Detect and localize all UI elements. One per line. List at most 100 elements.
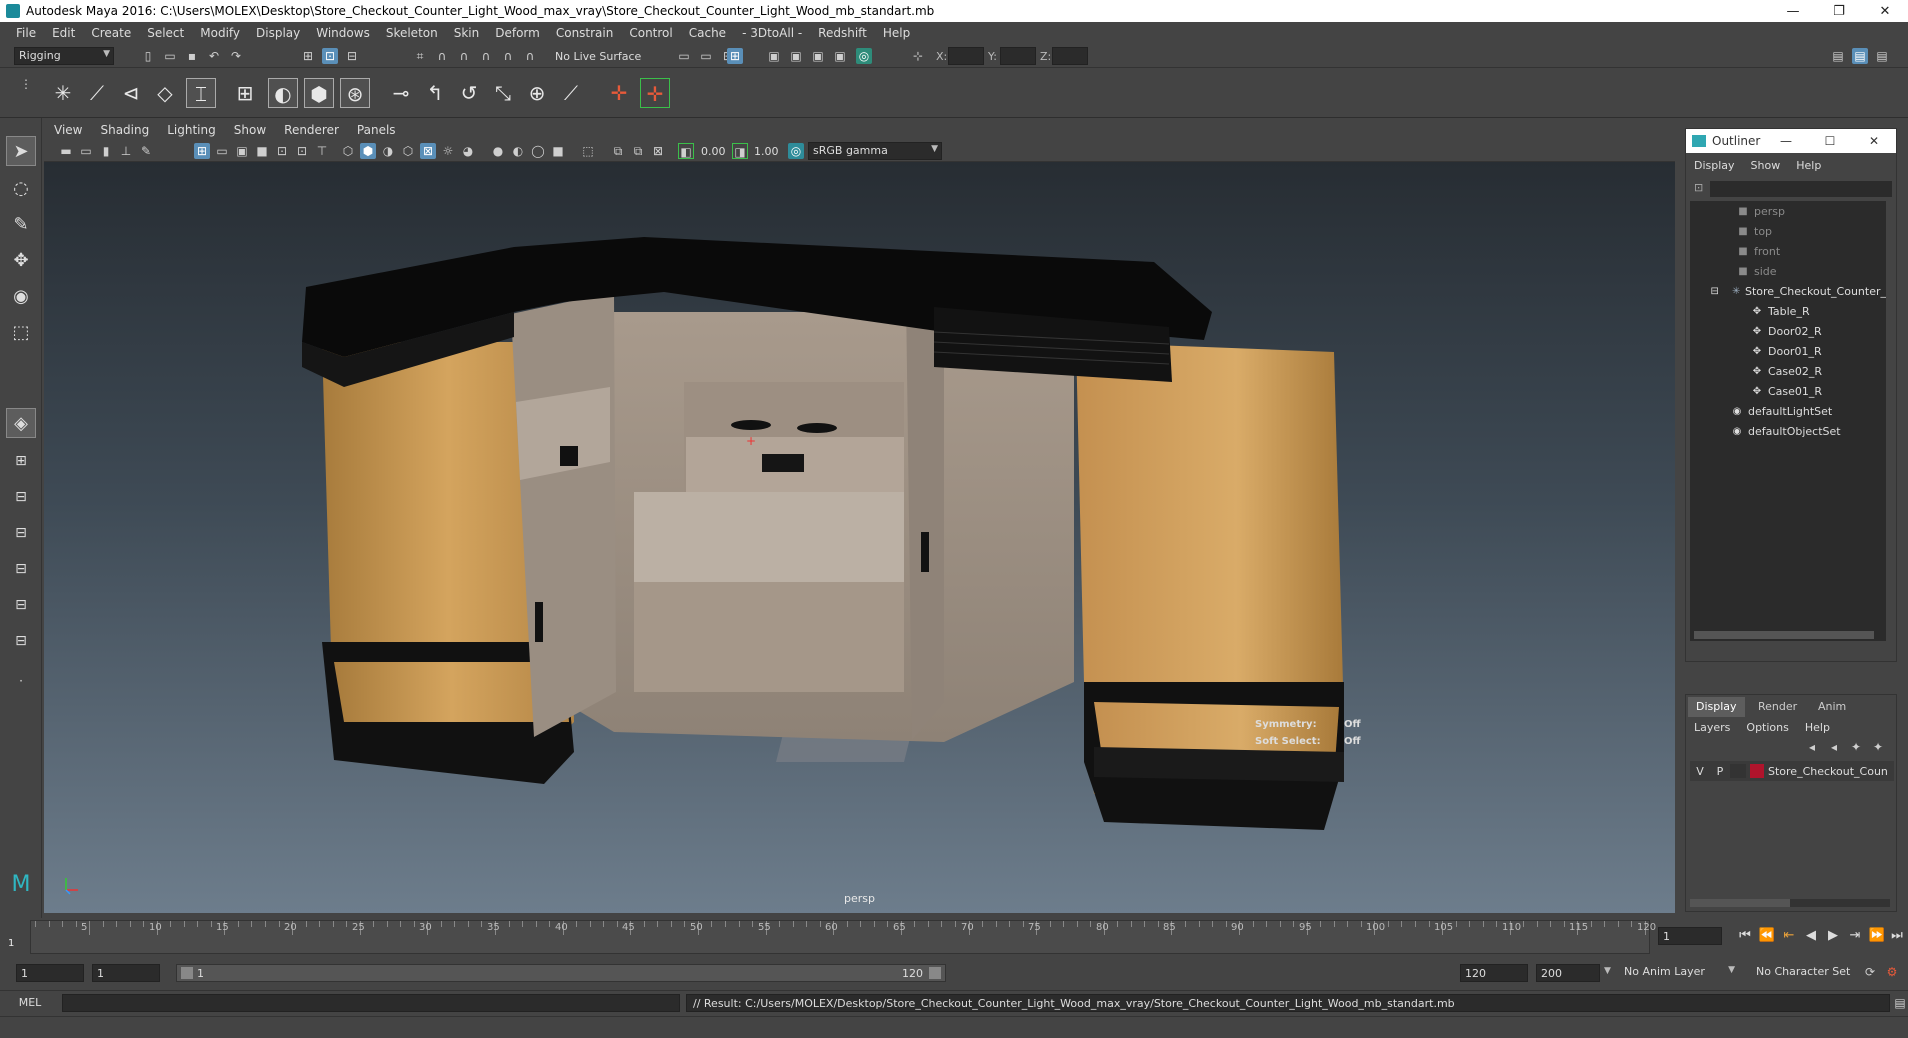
bind-skin-icon[interactable]: ⌶ <box>186 78 216 108</box>
ik-spline-icon[interactable]: ⊲ <box>116 78 146 108</box>
menu-modify[interactable]: Modify <box>192 26 248 40</box>
layer-state-box[interactable] <box>1730 764 1746 778</box>
select-camera-icon[interactable]: ▬ <box>58 143 74 159</box>
parent-constraint-icon[interactable]: ⊕ <box>522 78 552 108</box>
outliner-item-persp[interactable]: ■ persp <box>1690 201 1886 221</box>
layer-menu-layers[interactable]: Layers <box>1694 721 1730 734</box>
play-forwards-icon[interactable]: ▶ <box>1824 927 1842 945</box>
new-scene-icon[interactable]: ▯ <box>140 48 156 64</box>
graph-layout-icon[interactable]: ⊟ <box>6 554 36 584</box>
xray-icon[interactable]: ⧉ <box>610 143 626 159</box>
chevron-down-icon[interactable]: ▼ <box>1604 966 1611 976</box>
menu-control[interactable]: Control <box>621 26 680 40</box>
script-editor-icon[interactable]: ▤ <box>1892 995 1908 1011</box>
character-set-dropdown[interactable]: No Character Set <box>1752 964 1860 982</box>
lasso-tool-icon[interactable]: ◌ <box>6 174 36 204</box>
shadows-icon[interactable]: ◕ <box>460 143 476 159</box>
step-forward-frame-icon[interactable]: ⏩ <box>1868 927 1886 945</box>
color-management-icon[interactable]: ◎ <box>788 143 804 159</box>
menu-select[interactable]: Select <box>139 26 192 40</box>
outliner-item-side[interactable]: ■ side <box>1690 261 1886 281</box>
hypershade-icon[interactable]: ◎ <box>856 48 872 64</box>
step-back-frame-icon[interactable]: ⏪ <box>1758 927 1776 945</box>
outliner-minimize-button[interactable]: — <box>1764 134 1808 148</box>
menu-redshift[interactable]: Redshift <box>810 26 875 40</box>
animation-start-field[interactable]: 1 <box>16 964 84 982</box>
grease-pencil-icon[interactable]: ✎ <box>138 143 154 159</box>
aim-constraint-icon[interactable]: ↰ <box>420 78 450 108</box>
go-to-start-icon[interactable]: ⏮ <box>1736 927 1754 945</box>
menu-display[interactable]: Display <box>248 26 308 40</box>
menu-create[interactable]: Create <box>83 26 139 40</box>
wrap-deformer-icon[interactable]: ⬢ <box>304 78 334 108</box>
transform-constraint-icon[interactable]: ⊹ <box>910 48 926 64</box>
depth-of-field-icon[interactable]: ■ <box>550 143 566 159</box>
tab-render-layers[interactable]: Render <box>1750 697 1805 717</box>
select-tool-icon[interactable]: ➤ <box>6 136 36 166</box>
gamma-value[interactable]: 1.00 <box>754 145 779 158</box>
pole-vector-icon[interactable]: ⟋ <box>556 78 586 108</box>
time-slider-track[interactable]: 5 10 15 20 25 30 35 40 45 50 55 60 65 70 75 80 85 90 95 100… <box>30 920 1656 954</box>
outliner-item-store-checkout-counter[interactable]: ⊟ ✳ Store_Checkout_Counter_ <box>1690 281 1886 301</box>
wireframe-on-shaded-icon[interactable]: ⬡ <box>400 143 416 159</box>
z-field[interactable] <box>1052 47 1088 65</box>
layer-horizontal-scrollbar[interactable] <box>1690 899 1890 907</box>
menuset-dropdown[interactable]: Rigging ▼ <box>14 47 114 65</box>
xray-components-icon[interactable]: ⊠ <box>650 143 666 159</box>
outliner-search-field[interactable] <box>1710 181 1892 197</box>
save-scene-icon[interactable]: ▪ <box>184 48 200 64</box>
outliner-item-default-object-set[interactable]: ◉ defaultObjectSet <box>1690 421 1886 441</box>
outliner-menu-help[interactable]: Help <box>1796 159 1821 172</box>
scale-constraint-icon[interactable]: ⤡ <box>488 78 518 108</box>
bookmark-icon[interactable]: ▮ <box>98 143 114 159</box>
outliner-menu-display[interactable]: Display <box>1694 159 1735 172</box>
view-transform-dropdown[interactable]: sRGB gamma ▼ <box>808 142 942 160</box>
menu-cache[interactable]: Cache <box>681 26 734 40</box>
shelf-tab-handle-icon[interactable]: ⋮ <box>18 76 34 92</box>
viewport-menu-panels[interactable]: Panels <box>357 123 396 137</box>
outliner-filter-icon[interactable]: ⊡ <box>1694 181 1703 194</box>
step-back-key-icon[interactable]: ⇤ <box>1780 927 1798 945</box>
ipr-render-icon[interactable]: ▣ <box>810 48 826 64</box>
joint-tool-icon[interactable]: ✳ <box>48 78 78 108</box>
ik-handle-icon[interactable]: ⟋ <box>82 78 112 108</box>
restore-button[interactable]: ❐ <box>1816 4 1862 19</box>
motion-blur-icon[interactable]: ◐ <box>510 143 526 159</box>
new-layer-selected-icon[interactable]: ✦ <box>1870 739 1886 755</box>
playback-end-field[interactable]: 120 <box>1460 964 1528 982</box>
redo-icon[interactable]: ↷ <box>228 48 244 64</box>
outliner-item-door01-r[interactable]: ✥ Door01_R <box>1690 341 1886 361</box>
character-set-icon[interactable]: ✛ <box>640 78 670 108</box>
move-tool-icon[interactable]: ✥ <box>6 246 36 276</box>
gamma-icon[interactable]: ◨ <box>732 143 748 159</box>
perspective-viewport[interactable]: + Symmetry: Off Soft Select: Off persp <box>44 162 1675 913</box>
menu-deform[interactable]: Deform <box>487 26 548 40</box>
textured-icon[interactable]: ⊠ <box>420 143 436 159</box>
exposure-value[interactable]: 0.00 <box>701 145 726 158</box>
snap-live-icon[interactable]: ∩ <box>522 48 538 64</box>
grid-toggle-icon[interactable]: ⊞ <box>194 143 210 159</box>
isolate-select-icon[interactable]: ⬚ <box>580 143 596 159</box>
single-perspective-layout-icon[interactable]: ◈ <box>6 408 36 438</box>
smooth-shade-icon[interactable]: ⬢ <box>360 143 376 159</box>
x-field[interactable] <box>948 47 984 65</box>
attribute-editor-toggle-icon[interactable]: ▤ <box>1852 48 1868 64</box>
range-start-handle[interactable] <box>181 967 193 979</box>
viewport-menu-view[interactable]: View <box>54 123 82 137</box>
menu-constrain[interactable]: Constrain <box>548 26 622 40</box>
xray-joints-icon[interactable]: ⧉ <box>630 143 646 159</box>
outliner-item-top[interactable]: ■ top <box>1690 221 1886 241</box>
exposure-icon[interactable]: ◧ <box>678 143 694 159</box>
film-gate-icon[interactable]: ▭ <box>214 143 230 159</box>
snap-surface-icon[interactable]: ∩ <box>500 48 516 64</box>
wireframe-icon[interactable]: ⬡ <box>340 143 356 159</box>
tab-display-layers[interactable]: Display <box>1688 697 1745 717</box>
layer-visibility-toggle[interactable]: V <box>1690 765 1710 778</box>
animation-prefs-icon[interactable]: ⚙ <box>1884 964 1900 980</box>
safe-action-icon[interactable]: ⊡ <box>294 143 310 159</box>
viewport-menu-show[interactable]: Show <box>234 123 266 137</box>
anim-layer-dropdown[interactable]: No Anim Layer ▼ <box>1620 964 1738 982</box>
use-all-lights-icon[interactable]: ☼ <box>440 143 456 159</box>
snap-view-icon[interactable]: ∩ <box>478 48 494 64</box>
select-hierarchy-icon[interactable]: ⊞ <box>300 48 316 64</box>
